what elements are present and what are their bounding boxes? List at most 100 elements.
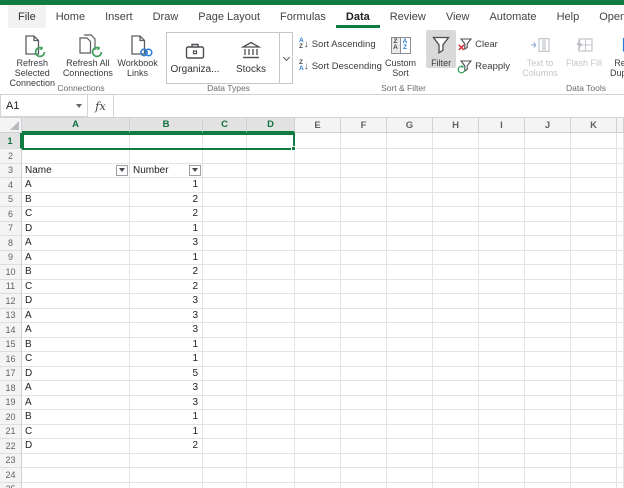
- cell-D19[interactable]: [247, 395, 295, 410]
- row-header-7[interactable]: 7: [0, 221, 22, 236]
- cell-G6[interactable]: [387, 207, 433, 222]
- cell-F19[interactable]: [341, 395, 387, 410]
- cell-A18[interactable]: A: [22, 381, 130, 396]
- cell-D8[interactable]: [247, 236, 295, 251]
- select-all-button[interactable]: [0, 118, 22, 133]
- row-header-10[interactable]: 10: [0, 265, 22, 280]
- cell-F4[interactable]: [341, 178, 387, 193]
- row-header-13[interactable]: 13: [0, 308, 22, 323]
- cell-H21[interactable]: [433, 424, 479, 439]
- cell-G22[interactable]: [387, 439, 433, 454]
- tab-data[interactable]: Data: [335, 5, 380, 28]
- cell-F9[interactable]: [341, 250, 387, 265]
- cell-D20[interactable]: [247, 410, 295, 425]
- cell-G7[interactable]: [387, 221, 433, 236]
- cell-D14[interactable]: [247, 323, 295, 338]
- cell-partial-19[interactable]: [617, 395, 624, 410]
- cell-H10[interactable]: [433, 265, 479, 280]
- cell-K14[interactable]: [571, 323, 617, 338]
- cell-partial-13[interactable]: [617, 308, 624, 323]
- cell-A22[interactable]: D: [22, 439, 130, 454]
- cell-D13[interactable]: [247, 308, 295, 323]
- cell-C23[interactable]: [203, 453, 247, 468]
- cell-G12[interactable]: [387, 294, 433, 309]
- stocks-data-type[interactable]: Stocks: [223, 33, 279, 83]
- cell-G23[interactable]: [387, 453, 433, 468]
- cell-K3[interactable]: [571, 163, 617, 178]
- cell-E1[interactable]: [295, 133, 341, 149]
- cell-I4[interactable]: [479, 178, 525, 193]
- cell-F22[interactable]: [341, 439, 387, 454]
- cell-K23[interactable]: [571, 453, 617, 468]
- cell-K10[interactable]: [571, 265, 617, 280]
- cell-E9[interactable]: [295, 250, 341, 265]
- cell-G15[interactable]: [387, 337, 433, 352]
- cell-G16[interactable]: [387, 352, 433, 367]
- cell-J10[interactable]: [525, 265, 571, 280]
- cell-partial-14[interactable]: [617, 323, 624, 338]
- cell-H20[interactable]: [433, 410, 479, 425]
- cell-J20[interactable]: [525, 410, 571, 425]
- cell-E11[interactable]: [295, 279, 341, 294]
- tab-open[interactable]: Open: [589, 5, 624, 28]
- cell-F1[interactable]: [341, 133, 387, 149]
- cell-C6[interactable]: [203, 207, 247, 222]
- cell-J17[interactable]: [525, 366, 571, 381]
- row-header-12[interactable]: 12: [0, 294, 22, 309]
- column-header-E[interactable]: E: [295, 118, 341, 133]
- cell-J3[interactable]: [525, 163, 571, 178]
- row-header-9[interactable]: 9: [0, 250, 22, 265]
- cell-F18[interactable]: [341, 381, 387, 396]
- row-header-17[interactable]: 17: [0, 366, 22, 381]
- cell-E16[interactable]: [295, 352, 341, 367]
- cell-B25[interactable]: [130, 482, 203, 488]
- row-header-21[interactable]: 21: [0, 424, 22, 439]
- cell-E7[interactable]: [295, 221, 341, 236]
- cell-G5[interactable]: [387, 192, 433, 207]
- cell-B20[interactable]: 1: [130, 410, 203, 425]
- cell-J7[interactable]: [525, 221, 571, 236]
- cell-A20[interactable]: B: [22, 410, 130, 425]
- cell-I2[interactable]: [479, 149, 525, 164]
- cell-D11[interactable]: [247, 279, 295, 294]
- cell-A12[interactable]: D: [22, 294, 130, 309]
- cell-G13[interactable]: [387, 308, 433, 323]
- tab-page-layout[interactable]: Page Layout: [188, 5, 270, 28]
- cell-G3[interactable]: [387, 163, 433, 178]
- cell-C14[interactable]: [203, 323, 247, 338]
- cell-F23[interactable]: [341, 453, 387, 468]
- cell-partial-20[interactable]: [617, 410, 624, 425]
- cell-H22[interactable]: [433, 439, 479, 454]
- cell-H19[interactable]: [433, 395, 479, 410]
- cell-H24[interactable]: [433, 468, 479, 483]
- tab-draw[interactable]: Draw: [143, 5, 189, 28]
- cell-F7[interactable]: [341, 221, 387, 236]
- cell-E24[interactable]: [295, 468, 341, 483]
- row-header-11[interactable]: 11: [0, 279, 22, 294]
- cell-D7[interactable]: [247, 221, 295, 236]
- cell-F15[interactable]: [341, 337, 387, 352]
- cell-B4[interactable]: 1: [130, 178, 203, 193]
- cell-D18[interactable]: [247, 381, 295, 396]
- sort-descending-button[interactable]: Z A ↓ Sort Descending: [299, 58, 382, 74]
- cell-D1[interactable]: [247, 133, 295, 149]
- tab-automate[interactable]: Automate: [479, 5, 546, 28]
- cell-G19[interactable]: [387, 395, 433, 410]
- cell-D23[interactable]: [247, 453, 295, 468]
- sort-ascending-button[interactable]: A Z ↓ Sort Ascending: [299, 36, 382, 52]
- cell-I8[interactable]: [479, 236, 525, 251]
- row-header-24[interactable]: 24: [0, 468, 22, 483]
- cell-D16[interactable]: [247, 352, 295, 367]
- cell-I20[interactable]: [479, 410, 525, 425]
- name-box[interactable]: A1: [0, 95, 88, 117]
- cell-E6[interactable]: [295, 207, 341, 222]
- cell-B21[interactable]: 1: [130, 424, 203, 439]
- cell-H12[interactable]: [433, 294, 479, 309]
- cell-K13[interactable]: [571, 308, 617, 323]
- cell-E14[interactable]: [295, 323, 341, 338]
- cell-F24[interactable]: [341, 468, 387, 483]
- column-header-I[interactable]: I: [479, 118, 525, 133]
- column-header-C[interactable]: C: [203, 118, 247, 133]
- cell-partial-8[interactable]: [617, 236, 624, 251]
- cell-A16[interactable]: C: [22, 352, 130, 367]
